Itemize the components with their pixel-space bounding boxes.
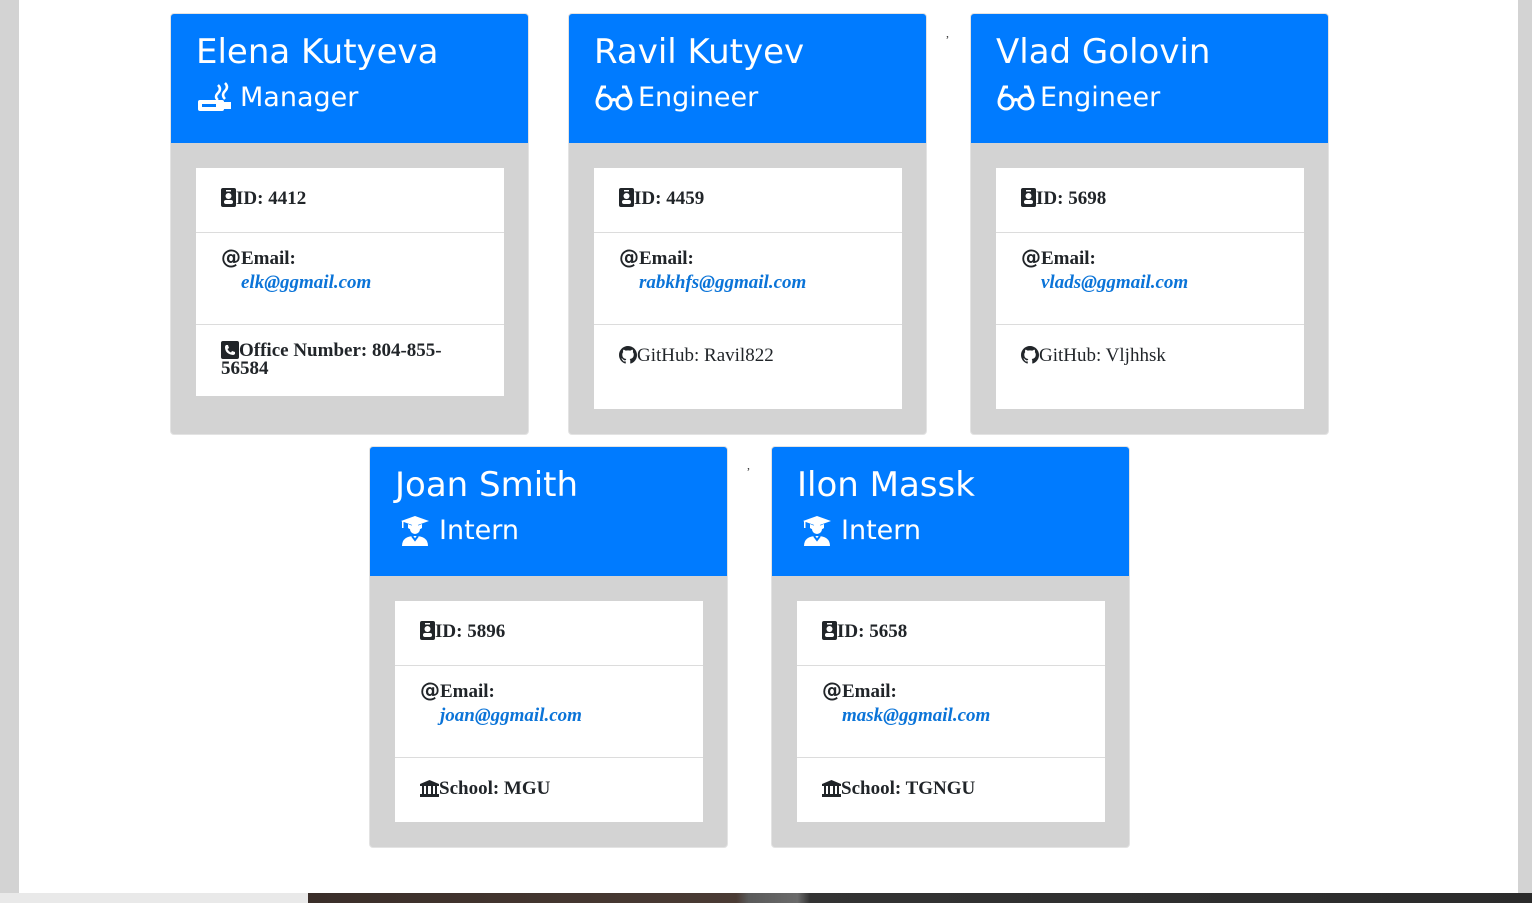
employee-role: Engineer: [594, 78, 901, 118]
employee-id: ID: 5698: [1036, 188, 1107, 209]
details-list: ID: 5658 @Email: mask@ggmail.com School:…: [797, 601, 1105, 822]
employee-role: Engineer: [996, 78, 1303, 118]
stray-comma: ,: [946, 26, 949, 40]
email-link[interactable]: mask@ggmail.com: [842, 705, 1080, 727]
graduate-icon: [395, 514, 435, 548]
mug-icon: [196, 81, 236, 115]
desktop-strip: [308, 893, 1532, 903]
role-label: Intern: [841, 515, 922, 546]
email-link[interactable]: rabkhfs@ggmail.com: [639, 272, 877, 294]
employee-id: ID: 4459: [634, 188, 705, 209]
email-link[interactable]: joan@ggmail.com: [440, 705, 678, 727]
employee-name: Joan Smith: [395, 465, 579, 505]
employee-id: ID: 4412: [236, 188, 307, 209]
at-icon: @: [221, 245, 241, 269]
id-item: ID: 5658: [797, 601, 1105, 666]
github-icon: [1021, 346, 1039, 370]
employee-card: Ravil Kutyev Engineer ID: 4459 @Email: r…: [568, 13, 927, 435]
id-badge-icon: [221, 188, 236, 213]
glasses-icon: [996, 81, 1036, 115]
employee-role: Intern: [395, 511, 702, 551]
university-icon: [822, 780, 841, 799]
email-label: Email:: [842, 681, 897, 702]
card-header: Joan Smith Intern: [370, 447, 727, 576]
details-list: ID: 4459 @Email: rabkhfs@ggmail.com GitH…: [594, 168, 902, 409]
card-header: Ilon Massk Intern: [772, 447, 1129, 576]
at-icon: @: [619, 245, 639, 269]
at-icon: @: [822, 678, 842, 702]
id-item: ID: 4459: [594, 168, 902, 233]
id-item: ID: 5698: [996, 168, 1304, 233]
details-list: ID: 5698 @Email: vlads@ggmail.com GitHub…: [996, 168, 1304, 409]
role-label: Engineer: [638, 82, 759, 113]
github-username[interactable]: GitHub: Ravil822: [637, 345, 774, 366]
id-item: ID: 4412: [196, 168, 504, 233]
school-name: School: TGNGU: [841, 778, 976, 799]
glasses-icon: [594, 81, 634, 115]
graduate-icon: [797, 514, 837, 548]
id-badge-icon: [822, 621, 837, 646]
school-name: School: MGU: [439, 778, 551, 799]
email-item: @Email: mask@ggmail.com: [797, 666, 1105, 758]
email-label: Email:: [241, 248, 296, 269]
employee-name: Vlad Golovin: [996, 32, 1211, 72]
employee-name: Ravil Kutyev: [594, 32, 805, 72]
github-icon: [619, 346, 637, 370]
card-header: Elena Kutyeva Manager: [171, 14, 528, 143]
employee-id: ID: 5658: [837, 621, 908, 642]
office-number: Office Number: 804-855-56584: [221, 340, 442, 379]
stray-comma: ,: [747, 458, 750, 472]
employee-card: Ilon Massk Intern ID: 5658 @Email: mask@…: [771, 446, 1130, 848]
school-item: School: TGNGU: [797, 758, 1105, 822]
at-icon: @: [1021, 245, 1041, 269]
id-badge-icon: [619, 188, 634, 213]
id-item: ID: 5896: [395, 601, 703, 666]
email-item: @Email: elk@ggmail.com: [196, 233, 504, 325]
employee-name: Ilon Massk: [797, 465, 975, 505]
email-item: @Email: vlads@ggmail.com: [996, 233, 1304, 325]
email-item: @Email: joan@ggmail.com: [395, 666, 703, 758]
school-item: School: MGU: [395, 758, 703, 822]
employee-role: Intern: [797, 511, 1104, 551]
details-list: ID: 5896 @Email: joan@ggmail.com School:…: [395, 601, 703, 822]
details-list: ID: 4412 @Email: elk@ggmail.com Office N…: [196, 168, 504, 396]
email-label: Email:: [1041, 248, 1096, 269]
university-icon: [420, 780, 439, 799]
card-header: Ravil Kutyev Engineer: [569, 14, 926, 143]
github-item: GitHub: Ravil822: [594, 325, 902, 409]
email-label: Email:: [440, 681, 495, 702]
employee-card: Joan Smith Intern ID: 5896 @Email: joan@…: [369, 446, 728, 848]
employee-id: ID: 5896: [435, 621, 506, 642]
role-label: Engineer: [1040, 82, 1161, 113]
employee-role: Manager: [196, 78, 503, 118]
email-link[interactable]: vlads@ggmail.com: [1041, 272, 1279, 294]
email-item: @Email: rabkhfs@ggmail.com: [594, 233, 902, 325]
employee-card: Elena Kutyeva Manager ID: 4412 @Email: e…: [170, 13, 529, 435]
id-badge-icon: [420, 621, 435, 646]
id-badge-icon: [1021, 188, 1036, 213]
email-label: Email:: [639, 248, 694, 269]
office-item: Office Number: 804-855-56584: [196, 325, 504, 396]
email-link[interactable]: elk@ggmail.com: [241, 272, 479, 294]
role-label: Intern: [439, 515, 520, 546]
employee-card: Vlad Golovin Engineer ID: 5698 @Email: v…: [970, 13, 1329, 435]
window-right-edge: [1518, 0, 1532, 893]
github-username[interactable]: GitHub: Vljhhsk: [1039, 345, 1166, 366]
card-header: Vlad Golovin Engineer: [971, 14, 1328, 143]
at-icon: @: [420, 678, 440, 702]
github-item: GitHub: Vljhhsk: [996, 325, 1304, 409]
role-label: Manager: [240, 82, 359, 113]
employee-name: Elena Kutyeva: [196, 32, 439, 72]
